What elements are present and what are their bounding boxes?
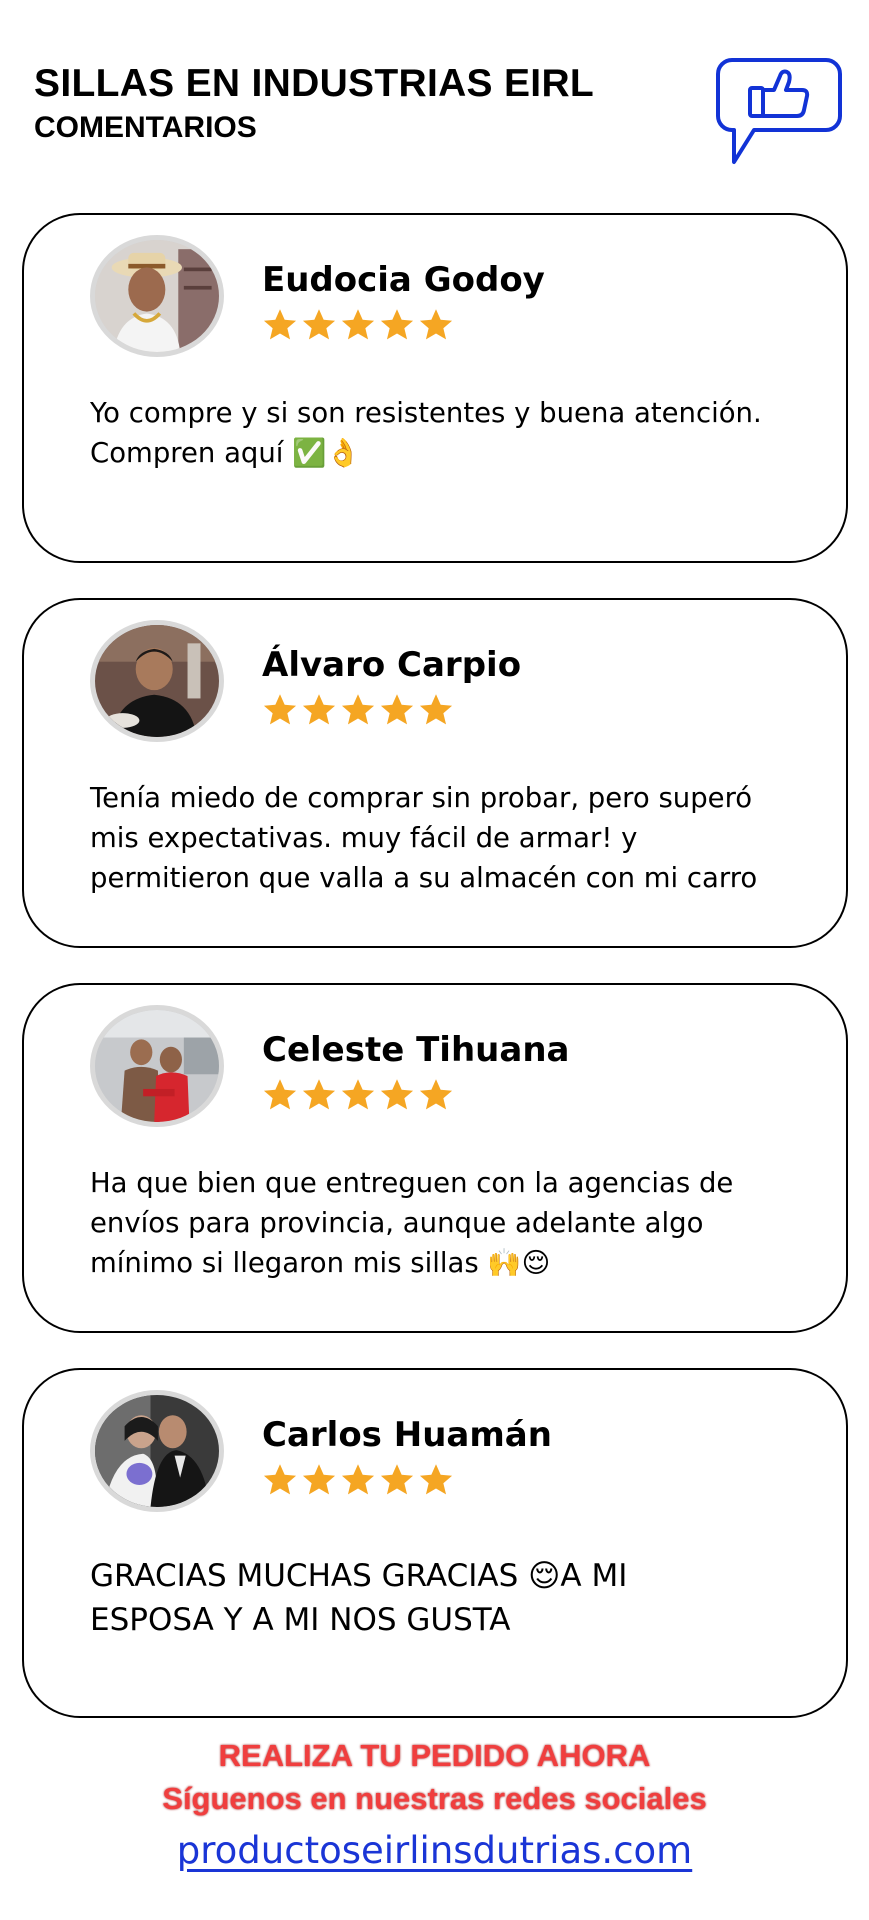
reviewer-name: Álvaro Carpio <box>262 645 522 685</box>
reviewer-avatar <box>90 1390 224 1512</box>
star-icon <box>302 1464 336 1495</box>
website-link[interactable]: productoseirlinsdutrias.com <box>0 1828 869 1874</box>
star-icon <box>380 1464 414 1495</box>
reviewer-avatar <box>90 235 224 357</box>
star-icon <box>341 694 375 725</box>
star-icon <box>263 1464 297 1495</box>
star-icon <box>302 1079 336 1110</box>
star-rating <box>262 692 454 728</box>
reviewer-name: Carlos Huamán <box>262 1415 552 1455</box>
star-icon <box>341 1464 375 1495</box>
star-icon <box>419 694 453 725</box>
thumbs-up-speech-bubble-icon <box>716 58 842 164</box>
star-icon <box>419 1079 453 1110</box>
review-text: GRACIAS MUCHAS GRACIAS 😌A MI ESPOSA Y A … <box>90 1558 628 1638</box>
star-icon <box>380 1079 414 1110</box>
star-rating <box>262 1077 454 1113</box>
review-text: Yo compre y si son resistentes y buena a… <box>90 397 762 469</box>
star-rating <box>262 307 454 343</box>
star-icon <box>419 1464 453 1495</box>
star-icon <box>302 309 336 340</box>
star-icon <box>263 309 297 340</box>
follow-us-text: Síguenos en nuestras redes sociales <box>162 1781 707 1816</box>
order-now-text: REALIZA TU PEDIDO AHORA <box>218 1738 651 1773</box>
review-text: Tenía miedo de comprar sin probar, pero … <box>90 782 758 894</box>
reviewer-avatar <box>90 1005 224 1127</box>
star-icon <box>380 309 414 340</box>
reviewer-name: Eudocia Godoy <box>262 260 545 300</box>
star-rating <box>262 1462 454 1498</box>
star-icon <box>341 1079 375 1110</box>
star-icon <box>380 694 414 725</box>
page-subtitle: COMENTARIOS <box>34 111 257 144</box>
star-icon <box>302 694 336 725</box>
reviewer-name: Celeste Tihuana <box>262 1030 570 1070</box>
review-card: Eudocia Godoy Yo compre y si son resiste… <box>22 213 848 563</box>
star-icon <box>341 309 375 340</box>
reviewer-avatar <box>90 620 224 742</box>
star-icon <box>263 1079 297 1110</box>
star-icon <box>263 694 297 725</box>
review-card: Celeste Tihuana Ha que bien que entregue… <box>22 983 848 1333</box>
review-card: Carlos Huamán GRACIAS MUCHAS GRACIAS 😌A … <box>22 1368 848 1718</box>
page-title: SILLAS EN INDUSTRIAS EIRL <box>34 62 595 105</box>
star-icon <box>419 309 453 340</box>
review-card: Álvaro Carpio Tenía miedo de comprar sin… <box>22 598 848 948</box>
review-text: Ha que bien que entreguen con la agencia… <box>90 1167 734 1279</box>
